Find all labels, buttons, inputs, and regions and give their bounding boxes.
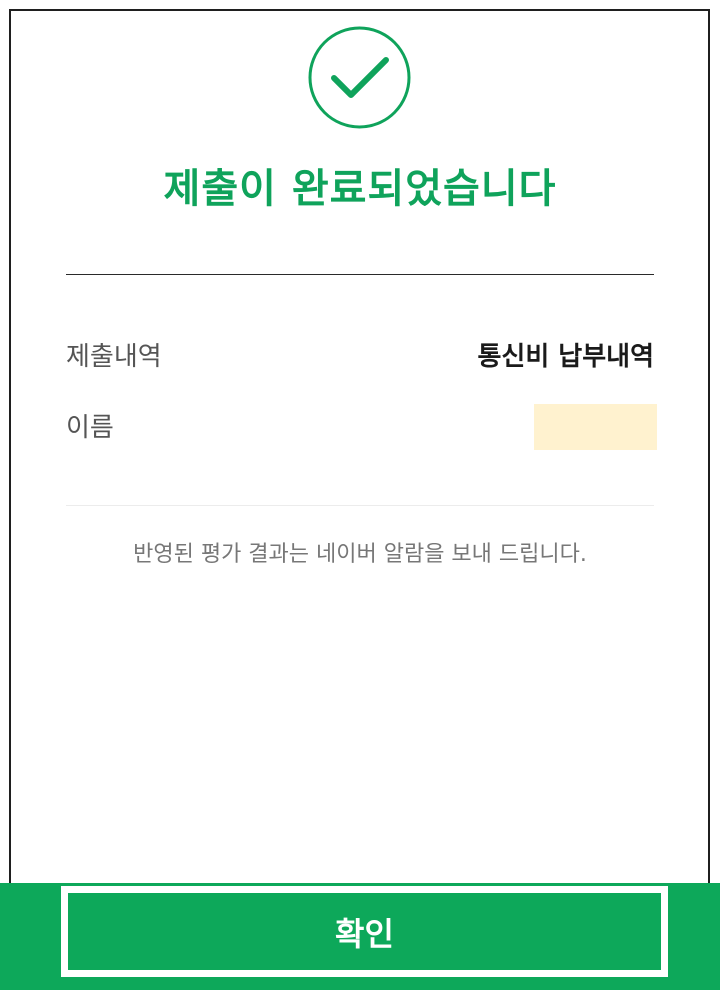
completion-title: 제출이 완료되었습니다 bbox=[163, 166, 557, 212]
divider bbox=[66, 505, 654, 506]
confirm-button[interactable]: 확인 bbox=[61, 886, 668, 977]
name-label: 이름 bbox=[66, 413, 114, 443]
check-circle-icon bbox=[308, 26, 411, 129]
divider bbox=[66, 274, 654, 275]
submission-value: 통신비 납부내역 bbox=[477, 342, 655, 372]
name-value-redacted bbox=[534, 404, 657, 450]
notice-text: 반영된 평가 결과는 네이버 알람을 보내 드립니다. bbox=[133, 542, 587, 567]
submission-label: 제출내역 bbox=[66, 342, 162, 372]
result-page-frame bbox=[9, 9, 710, 979]
